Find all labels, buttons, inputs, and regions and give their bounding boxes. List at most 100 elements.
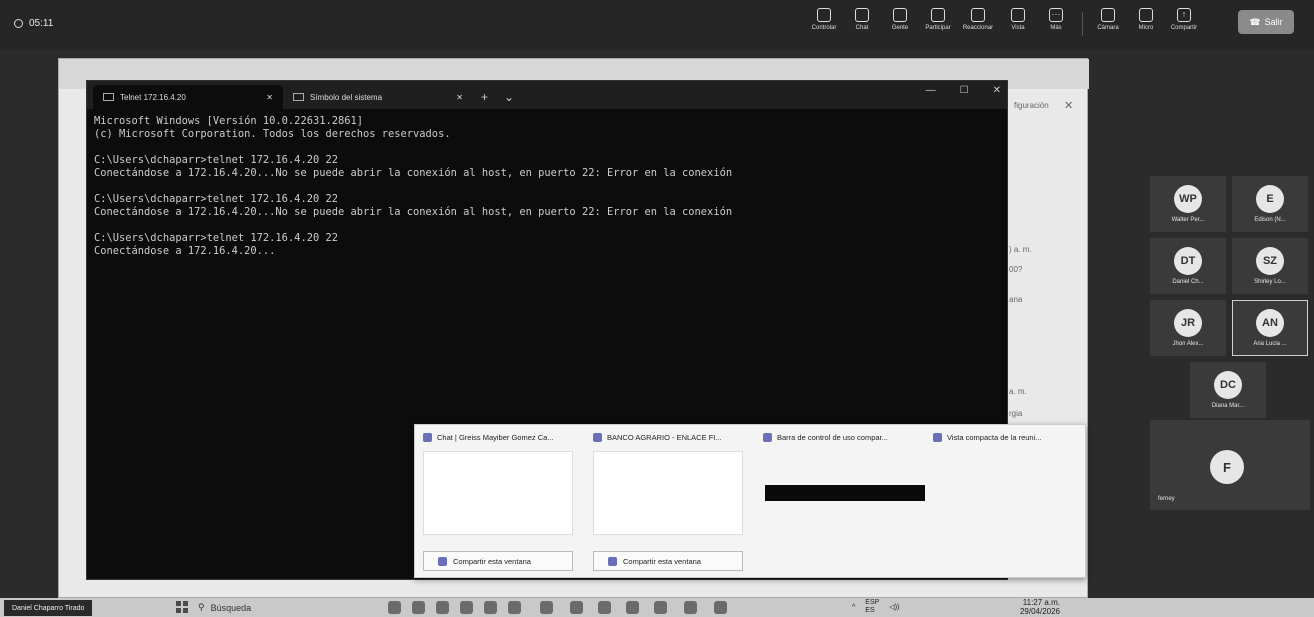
participant-name: Edison (N... (1254, 217, 1286, 223)
taskbar-app-icon[interactable] (626, 601, 639, 614)
close-tab-icon[interactable]: ✕ (266, 93, 273, 102)
search-icon: ⚲ (198, 602, 205, 612)
maximize-icon[interactable]: ☐ (960, 85, 969, 96)
share-icon: ↑ (1177, 8, 1191, 22)
teams-icon (608, 556, 617, 566)
thumbnail-title: BANCO AGRARIO - ENLACE FI... (585, 425, 755, 442)
participant-tile[interactable]: DT Daniel Ch... (1150, 238, 1226, 294)
participant-name: Shirley Lo... (1254, 279, 1286, 285)
more-button[interactable]: ··· Más (1038, 8, 1074, 31)
react-button[interactable]: Reaccionar (958, 8, 998, 31)
people-label: Gente (891, 25, 909, 31)
minimize-icon[interactable]: — (926, 85, 936, 96)
mic-button[interactable]: Micro (1128, 8, 1164, 31)
leave-button[interactable]: ☎ Salir (1238, 10, 1294, 34)
share-button[interactable]: ↑ Compartir (1166, 8, 1202, 31)
share-label: Compartir esta ventana (623, 556, 701, 566)
view-button[interactable]: Vista (1000, 8, 1036, 31)
participant-name: Jhon Alex... (1172, 341, 1204, 347)
control-bar-preview (765, 485, 925, 501)
mic-label: Micro (1138, 25, 1154, 31)
media-tools: Cámara Micro ↑ Compartir (1090, 8, 1202, 31)
participant-name: ferney (1158, 496, 1175, 502)
windows-start-icon[interactable] (176, 601, 188, 613)
close-window-icon[interactable]: ✕ (993, 85, 1001, 96)
taskbar-app-icon[interactable] (436, 601, 449, 614)
raise-hand-icon (931, 8, 945, 22)
control-icon (817, 8, 831, 22)
terminal-line: Microsoft Windows [Versión 10.0.22631.28… (94, 115, 363, 127)
thumbnail-preview[interactable] (423, 451, 573, 535)
taskbar-app-icon[interactable] (460, 601, 473, 614)
taskbar-app-icon[interactable] (714, 601, 727, 614)
terminal-line: Conectándose a 172.16.4.20... (94, 245, 276, 257)
tab-label: Telnet 172.16.4.20 (120, 92, 186, 102)
tab-label: Símbolo del sistema (310, 92, 383, 102)
taskbar-app-icon[interactable] (654, 601, 667, 614)
thumbnail-preview[interactable] (593, 451, 743, 535)
share-label: Compartir (1170, 25, 1198, 31)
taskbar-app-icon[interactable] (484, 601, 497, 614)
participant-tile[interactable]: E Edison (N... (1232, 176, 1308, 232)
avatar: DC (1214, 371, 1242, 399)
taskbar-search[interactable]: ⚲ Búsqueda (198, 600, 378, 615)
terminal-icon (103, 93, 114, 101)
avatar: F (1210, 450, 1244, 484)
taskbar-clock[interactable]: 11:27 a.m. 29/04/2026 (1012, 598, 1060, 616)
taskbar-app-icon[interactable] (684, 601, 697, 614)
participant-name: Walter Per... (1171, 217, 1205, 223)
tab-telnet[interactable]: Telnet 172.16.4.20 ✕ (93, 85, 283, 109)
close-tab-icon[interactable]: ✕ (456, 93, 463, 102)
thumbnail-title: Vista compacta de la reuni... (925, 425, 1087, 442)
share-label: Compartir esta ventana (453, 556, 531, 566)
chat-button[interactable]: Chat (844, 8, 880, 31)
terminal-output[interactable]: Microsoft Windows [Versión 10.0.22631.28… (87, 109, 1007, 264)
share-window-button[interactable]: Compartir esta ventana (593, 551, 743, 571)
system-tray: ^ ESP ES ◁)) (852, 599, 899, 615)
view-label: Vista (1011, 25, 1025, 31)
toolbar-divider (1082, 12, 1083, 36)
participant-tile[interactable]: WP Walter Per... (1150, 176, 1226, 232)
taskbar-app-icon[interactable] (598, 601, 611, 614)
new-tab-icon[interactable]: + (473, 85, 496, 109)
thumbnail-compact-view[interactable]: Vista compacta de la reuni... (925, 425, 1087, 579)
window-controls: — ☐ ✕ (926, 85, 1001, 96)
raise-hand-button[interactable]: Participar (920, 8, 956, 31)
avatar: JR (1174, 309, 1202, 337)
participant-name: Daniel Ch... (1172, 279, 1204, 285)
taskbar-app-icon[interactable] (508, 601, 521, 614)
chevron-down-icon[interactable]: ⌄ (496, 85, 522, 109)
tab-cmd[interactable]: Símbolo del sistema ✕ (283, 85, 473, 109)
phone-icon: ☎ (1249, 16, 1261, 27)
meeting-timer: 05:11 (14, 18, 53, 29)
taskbar-app-icon[interactable] (540, 601, 553, 614)
people-button[interactable]: Gente (882, 8, 918, 31)
background-text: a. m. (1009, 387, 1027, 396)
thumbnail-banco[interactable]: BANCO AGRARIO - ENLACE FI... Compartir e… (585, 425, 755, 579)
participant-tile-large[interactable]: F ferney (1150, 420, 1310, 510)
thumbnail-chat[interactable]: Chat | Greiss Mayiber Gomez Ca... Compar… (415, 425, 585, 579)
volume-icon[interactable]: ◁)) (889, 603, 899, 611)
language-indicator[interactable]: ESP ES (865, 599, 879, 615)
participant-tile-active[interactable]: AN Ana Lucia ... (1232, 300, 1308, 356)
taskbar-app-icon[interactable] (570, 601, 583, 614)
participant-tile[interactable]: SZ Shirley Lo... (1232, 238, 1308, 294)
thumbnail-control-bar[interactable]: Barra de control de uso compar... (755, 425, 925, 579)
taskbar-app-icon[interactable] (388, 601, 401, 614)
terminal-line: C:\Users\dchaparr>telnet 172.16.4.20 22 (94, 232, 338, 244)
background-text: ana (1009, 295, 1023, 304)
emoji-icon (971, 8, 985, 22)
participant-tile[interactable]: DC Diana Mar... (1190, 362, 1266, 418)
share-window-button[interactable]: Compartir esta ventana (423, 551, 573, 571)
participant-name: Diana Mar... (1211, 403, 1245, 409)
camera-button[interactable]: Cámara (1090, 8, 1126, 31)
participant-tile[interactable]: JR Jhon Alex... (1150, 300, 1226, 356)
control-button[interactable]: Controlar (806, 8, 842, 31)
chevron-up-icon[interactable]: ^ (852, 604, 855, 611)
terminal-tab-bar: Telnet 172.16.4.20 ✕ Símbolo del sistema… (87, 81, 1007, 109)
background-config-label: figuración (1014, 101, 1049, 110)
recording-indicator-icon (14, 19, 23, 28)
language-sub-label: ES (865, 607, 875, 614)
taskbar-app-icon[interactable] (412, 601, 425, 614)
